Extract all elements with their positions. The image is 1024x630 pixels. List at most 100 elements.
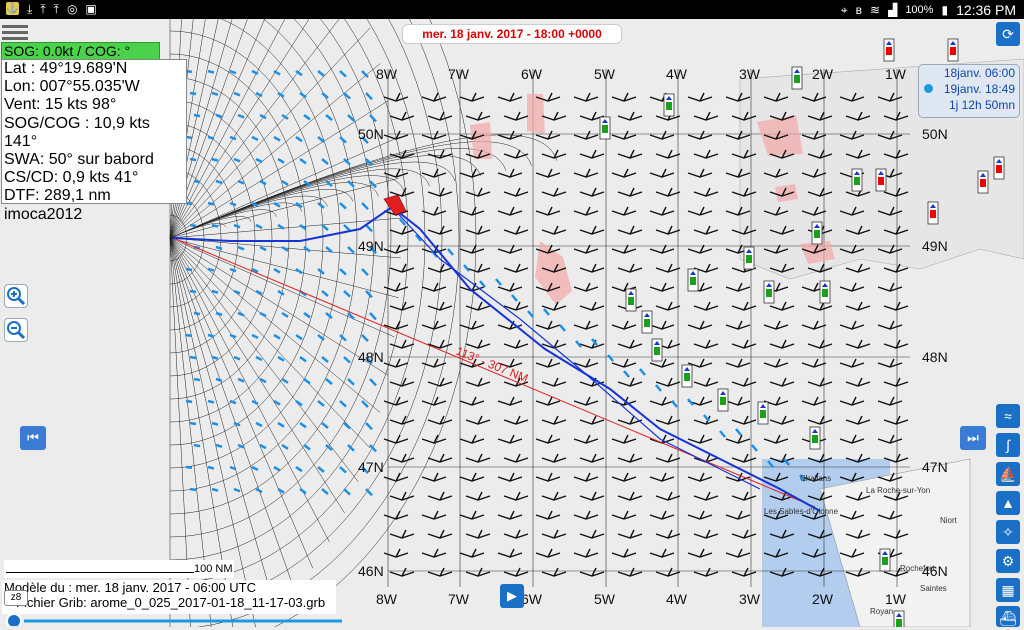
station-marker[interactable] — [625, 288, 637, 312]
svg-text:Saintes: Saintes — [920, 584, 947, 593]
lat-label-left: 48N — [358, 349, 384, 365]
layer-boat-button[interactable]: ⛵ — [996, 462, 1020, 486]
station-marker[interactable] — [763, 280, 775, 304]
station-marker[interactable] — [757, 401, 769, 425]
slider-handle[interactable] — [6, 613, 22, 626]
skip-back-icon: ⏮ — [27, 430, 39, 445]
info-sog-cog: SOG/COG : 10,9 kts 141° — [4, 114, 150, 150]
station-marker[interactable] — [993, 156, 1005, 180]
zoom-level-badge: z8 — [4, 590, 28, 606]
svg-text:Les Sables-d'Olonne: Les Sables-d'Olonne — [764, 507, 839, 516]
lon-label-bottom: 8W — [376, 591, 398, 607]
upload-icon: ⤒ — [40, 2, 46, 16]
lat-label-right: 48N — [922, 349, 948, 365]
station-marker[interactable] — [641, 310, 653, 334]
info-lon: Lon: 007°55.035'W — [4, 78, 140, 96]
info-lat: Lat : 49°19.689'N — [4, 60, 128, 77]
menu-icon[interactable] — [2, 22, 28, 40]
zoom-out-icon — [7, 321, 26, 340]
layer-compass-button[interactable]: ✧ — [996, 520, 1020, 544]
lon-label-bottom: 3W — [739, 591, 761, 607]
battery-icon: ▮ — [941, 3, 949, 17]
grib-info: Modèle du : mer. 18 janv. 2017 - 06:00 U… — [2, 580, 336, 614]
ship-icon: ⛴ — [999, 610, 1017, 626]
station-marker[interactable] — [879, 548, 891, 572]
lon-label-bottom: 6W — [521, 591, 543, 607]
model-line: Modèle du : mer. 18 janv. 2017 - 06:00 U… — [4, 580, 256, 595]
zoom-out-button[interactable] — [4, 318, 28, 342]
bluetooth-icon: ʙ — [855, 3, 863, 17]
lat-label-left: 46N — [358, 563, 384, 579]
info-boat: imoca2012 — [4, 205, 83, 223]
station-marker[interactable] — [651, 338, 663, 362]
play-button[interactable]: ▶ — [500, 584, 524, 608]
station-marker[interactable] — [809, 426, 821, 450]
station-marker[interactable] — [743, 246, 755, 270]
eta-panel[interactable]: 18janv. 06:00 19janv. 18:49 1j 12h 50mn — [918, 64, 1020, 118]
ship-button[interactable]: ⛴ — [996, 606, 1020, 627]
curve-icon: ∫ — [1006, 437, 1010, 453]
upload-icon: ⤒ — [53, 2, 59, 16]
sog-cog-readout: SOG: 0.0kt / COG: ° — [1, 42, 160, 60]
settings-sync-button[interactable]: ⟳ — [996, 22, 1020, 46]
timestamp-bar[interactable]: mer. 18 janv. 2017 - 18:00 +0000 — [402, 24, 622, 44]
lon-label-bottom: 7W — [448, 591, 470, 607]
lon-label-top: 5W — [594, 66, 616, 82]
lon-label-top: 6W — [521, 66, 543, 82]
lat-label-right: 47N — [922, 459, 948, 475]
location-icon: ⌖ — [840, 2, 848, 17]
lat-label-right: 49N — [922, 238, 948, 254]
compass-icon: ✧ — [1002, 524, 1014, 540]
svg-text:Royan: Royan — [870, 607, 893, 616]
lat-label-right: 50N — [922, 126, 948, 142]
layer-sail-button[interactable]: ▲ — [996, 491, 1020, 515]
compass-icon: ◎ — [66, 2, 78, 16]
svg-text:Rochefort: Rochefort — [900, 564, 935, 573]
lon-label-top: 1W — [885, 66, 907, 82]
lon-label-top: 3W — [739, 66, 761, 82]
sync-icon: ⟳ — [1002, 26, 1014, 42]
station-marker[interactable] — [811, 221, 823, 245]
info-cs-cd: CS/CD: 0,9 kts 41° — [4, 169, 139, 187]
station-marker[interactable] — [717, 388, 729, 412]
station-marker[interactable] — [791, 66, 803, 90]
app-icon: ⚓ — [6, 2, 19, 15]
zoom-in-icon — [7, 287, 26, 306]
boat-info-panel: Lat : 49°19.689'N Lon: 007°55.035'W Vent… — [1, 59, 187, 223]
station-marker[interactable] — [599, 116, 611, 140]
eta-arrival: 19janv. 18:49 — [919, 81, 1019, 97]
station-marker[interactable] — [893, 610, 905, 627]
briefcase-icon: ▣ — [85, 2, 97, 16]
lon-label-top: 2W — [812, 66, 834, 82]
settings-button[interactable]: ⚙ — [996, 549, 1020, 573]
layer-curve-button[interactable]: ∫ — [996, 433, 1020, 457]
sail-icon: ▲ — [1001, 495, 1015, 511]
info-swa: SWA: 50° sur babord — [4, 151, 154, 169]
lon-label-bottom: 2W — [812, 591, 834, 607]
scale-label: 100 NM — [194, 563, 233, 575]
station-marker[interactable] — [883, 38, 895, 62]
table-icon: ▦ — [1001, 582, 1015, 598]
station-marker[interactable] — [681, 364, 693, 388]
scale-bar: 100 NM — [4, 560, 234, 578]
lon-label-bottom: 5W — [594, 591, 616, 607]
station-marker[interactable] — [851, 168, 863, 192]
lon-label-top: 7W — [448, 66, 470, 82]
time-slider[interactable] — [2, 612, 342, 626]
layer-waves-button[interactable]: ≈ — [996, 404, 1020, 428]
station-marker[interactable] — [927, 201, 939, 225]
station-marker[interactable] — [687, 268, 699, 292]
skip-forward-button[interactable]: ⏭ — [960, 426, 986, 450]
waves-icon: ≈ — [1004, 408, 1012, 424]
lon-label-bottom: 1W — [885, 591, 907, 607]
skip-back-button[interactable]: ⏮ — [20, 426, 46, 450]
table-button[interactable]: ▦ — [996, 578, 1020, 602]
svg-text:Niort: Niort — [940, 516, 958, 525]
station-marker[interactable] — [663, 93, 675, 117]
station-marker[interactable] — [875, 168, 887, 192]
boat-icon: ⛵ — [999, 466, 1017, 482]
station-marker[interactable] — [977, 170, 989, 194]
station-marker[interactable] — [947, 38, 959, 62]
zoom-in-button[interactable] — [4, 284, 28, 308]
station-marker[interactable] — [819, 280, 831, 304]
